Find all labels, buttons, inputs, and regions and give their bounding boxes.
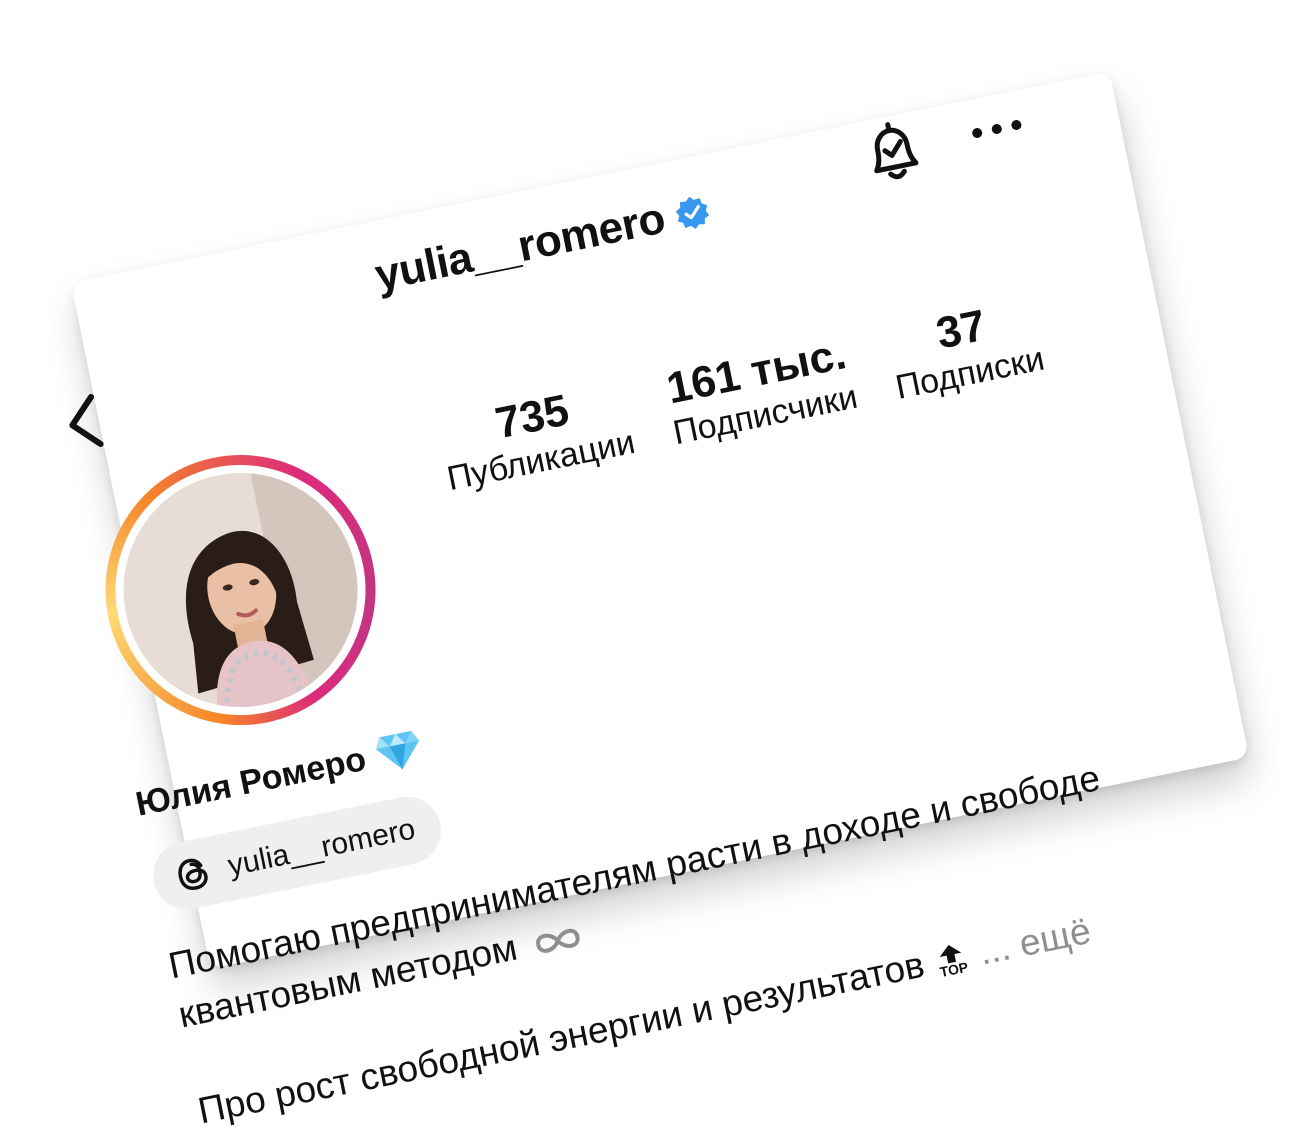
diamond-icon	[375, 730, 419, 770]
infinity-icon	[536, 928, 581, 953]
bio-ellipsis: ...	[975, 926, 1014, 973]
profile-avatar[interactable]	[81, 430, 400, 750]
profile-bio: Помогаю предпринимателям расти в доходе …	[164, 735, 1223, 1136]
more-options-icon[interactable]	[967, 112, 1027, 147]
bio-more-link[interactable]: ещё	[1016, 910, 1094, 964]
notification-bell-icon[interactable]	[856, 115, 931, 190]
stat-following[interactable]: 37 Подписки	[883, 292, 1048, 409]
stat-followers[interactable]: 161 тыс. Подписчики	[660, 329, 861, 455]
back-arrow-icon[interactable]	[58, 389, 109, 456]
profile-header-title: yulia__romero	[371, 184, 714, 301]
verified-badge-icon	[676, 196, 710, 229]
threads-icon	[178, 858, 208, 890]
threads-handle: yulia__romero	[225, 812, 418, 883]
profile-stats: 735 Публикации 161 тыс. Подписчики 37 По…	[434, 292, 1048, 501]
top-label: TOP	[938, 958, 970, 981]
avatar-photo	[102, 452, 379, 729]
username: yulia__romero	[370, 193, 669, 301]
profile-card: yulia__romero 735 Публикации 161 тыс. По…	[69, 71, 1250, 1131]
stat-posts[interactable]: 735 Публикации	[434, 375, 639, 500]
top-arrow-icon: TOP	[935, 942, 970, 981]
